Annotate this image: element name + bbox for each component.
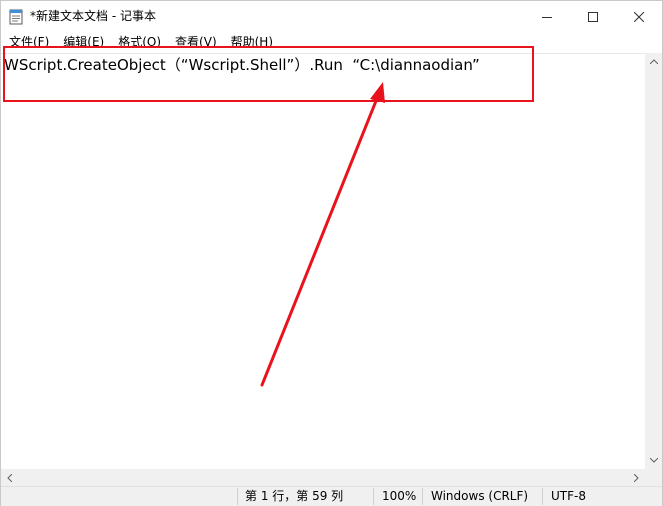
vertical-scrollbar[interactable] [645,53,662,469]
annotation-highlight-box [3,46,534,102]
scroll-right-arrow-icon[interactable] [628,469,645,486]
status-encoding: UTF-8 [551,489,586,503]
status-cursor-position: 第 1 行，第 59 列 [245,489,344,503]
status-line-ending: Windows (CRLF) [431,489,529,503]
close-button[interactable] [616,1,662,32]
scroll-down-arrow-icon[interactable] [645,452,662,469]
status-zoom: 100% [382,489,417,503]
title-bar[interactable]: *新建文本文档 - 记事本 [1,1,662,32]
notepad-icon [9,9,23,25]
scroll-up-arrow-icon[interactable] [645,53,662,70]
scroll-left-arrow-icon[interactable] [1,469,18,486]
maximize-button[interactable] [570,1,616,32]
close-icon [634,11,644,22]
horizontal-scrollbar[interactable] [1,469,645,486]
minimize-button[interactable] [524,1,570,32]
text-editor[interactable]: WScript.CreateObject（“Wscript.Shell”）.Ru… [1,53,645,470]
minimize-icon [542,16,552,18]
status-bar: 第 1 行，第 59 列 100% Windows (CRLF) UTF-8 [1,486,662,506]
maximize-icon [588,11,598,22]
window-title: *新建文本文档 - 记事本 [30,9,156,23]
scrollbar-corner [645,469,662,486]
